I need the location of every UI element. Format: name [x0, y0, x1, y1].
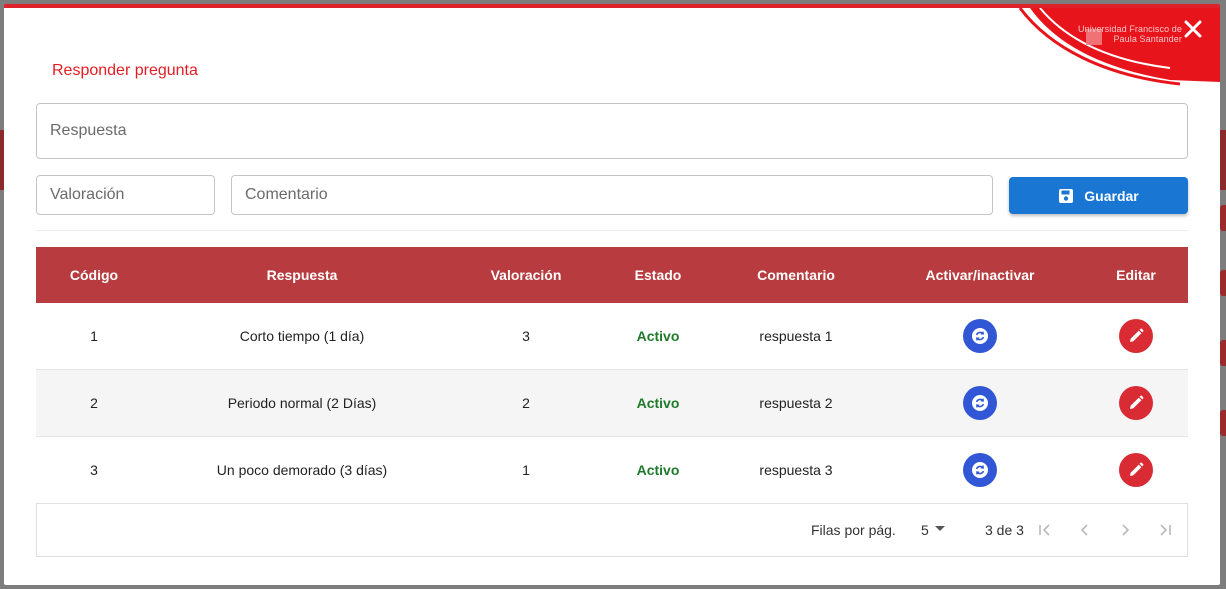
last-page-button[interactable] [1153, 518, 1177, 542]
background-mark [1220, 205, 1226, 231]
rows-per-page-label: Filas por pág. [811, 522, 896, 538]
pencil-icon [1130, 395, 1144, 409]
cell-activar [876, 437, 1084, 503]
cell-estado: Activo [636, 462, 680, 478]
column-header-respuesta[interactable]: Respuesta [152, 247, 452, 303]
cell-activar [876, 370, 1084, 436]
save-icon [1059, 188, 1074, 203]
last-page-icon [1160, 524, 1171, 536]
toggle-status-button[interactable] [963, 453, 997, 487]
valoracion-field-label: Valoración [50, 186, 125, 203]
column-header-activar[interactable]: Activar/inactivar [876, 247, 1084, 303]
cell-codigo: 3 [90, 462, 98, 478]
divider [36, 230, 1188, 231]
cell-valoracion: 1 [522, 462, 530, 478]
respond-question-modal: Universidad Francisco de Paula Santander… [4, 4, 1220, 585]
background-strip-right [1220, 130, 1226, 190]
table-row: 2 Periodo normal (2 Días) 2 Activo respu… [36, 370, 1188, 437]
first-page-icon [1039, 524, 1050, 536]
sync-icon [972, 462, 988, 478]
save-button[interactable]: Guardar [1009, 177, 1188, 214]
cell-respuesta: Corto tiempo (1 día) [239, 328, 365, 344]
university-logo-text: Universidad Francisco de Paula Santander [1078, 24, 1182, 44]
previous-page-button[interactable] [1073, 518, 1097, 542]
table-row: 3 Un poco demorado (3 días) 1 Activo res… [36, 437, 1188, 504]
cell-comentario: respuesta 2 [759, 395, 833, 411]
cell-respuesta: Un poco demorado (3 días) [216, 462, 388, 478]
pencil-icon [1130, 462, 1144, 476]
edit-button[interactable] [1119, 386, 1153, 420]
pencil-icon [1130, 328, 1144, 342]
comentario-field-label: Comentario [245, 186, 328, 203]
column-header-estado[interactable]: Estado [600, 247, 716, 303]
column-header-comentario[interactable]: Comentario [716, 247, 876, 303]
cell-activar [876, 303, 1084, 369]
cell-valoracion: 2 [522, 395, 530, 411]
modal-title: Responder pregunta [52, 62, 198, 79]
first-page-button[interactable] [1033, 518, 1057, 542]
table-row: 1 Corto tiempo (1 día) 3 Activo respuest… [36, 303, 1188, 370]
cell-editar [1084, 370, 1188, 436]
chevron-down-icon[interactable] [935, 526, 945, 531]
close-icon [1184, 20, 1202, 38]
edit-button[interactable] [1119, 453, 1153, 487]
rows-per-page-select[interactable]: 5 [921, 522, 929, 538]
answers-table: Código Respuesta Valoración Estado Comen… [36, 247, 1188, 504]
save-button-label: Guardar [1084, 187, 1139, 204]
next-page-button[interactable] [1113, 518, 1137, 542]
cell-comentario: respuesta 1 [759, 328, 833, 344]
cell-comentario: respuesta 3 [759, 462, 833, 478]
column-header-valoracion[interactable]: Valoración [452, 247, 600, 303]
toggle-status-button[interactable] [963, 386, 997, 420]
valoracion-field[interactable]: Valoración [36, 175, 215, 215]
table-pagination: Filas por pág. 5 3 de 3 [36, 503, 1188, 557]
chevron-left-icon [1080, 524, 1088, 536]
column-header-editar[interactable]: Editar [1084, 247, 1188, 303]
respuesta-field[interactable]: Respuesta [36, 103, 1188, 159]
background-mark [1220, 410, 1226, 436]
cell-codigo: 1 [90, 328, 98, 344]
respuesta-field-label: Respuesta [50, 122, 127, 139]
cell-editar [1084, 437, 1188, 503]
cell-respuesta: Periodo normal (2 Días) [227, 395, 377, 411]
sync-icon [972, 328, 988, 344]
table-header: Código Respuesta Valoración Estado Comen… [36, 247, 1188, 303]
cell-estado: Activo [636, 328, 680, 344]
cell-codigo: 2 [90, 395, 98, 411]
edit-button[interactable] [1119, 319, 1153, 353]
cell-editar [1084, 303, 1188, 369]
close-button[interactable] [1180, 16, 1206, 42]
cell-valoracion: 3 [522, 328, 530, 344]
chevron-right-icon [1122, 524, 1130, 536]
sync-icon [972, 395, 988, 411]
cell-estado: Activo [636, 395, 680, 411]
background-mark [1220, 340, 1226, 366]
background-mark [1220, 270, 1226, 296]
comentario-field[interactable]: Comentario [231, 175, 993, 215]
column-header-codigo[interactable]: Código [36, 247, 152, 303]
pagination-range: 3 de 3 [985, 522, 1024, 538]
toggle-status-button[interactable] [963, 319, 997, 353]
